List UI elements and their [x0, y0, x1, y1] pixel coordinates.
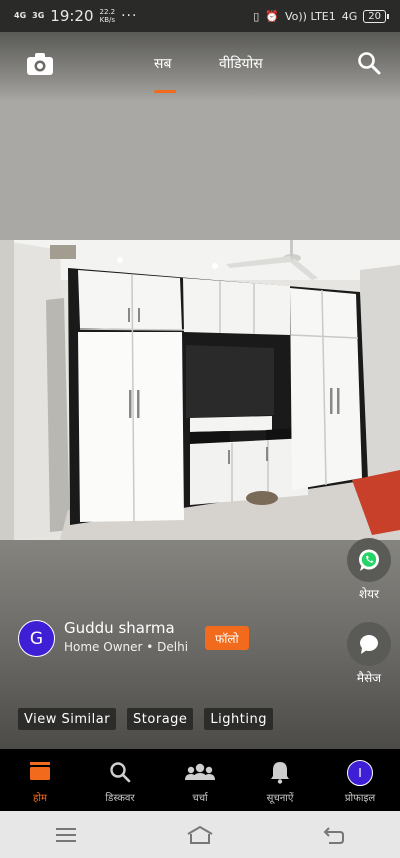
volte-indicator: Vo)) LTE1 [284, 9, 336, 23]
nav-notifications-label: सूचनाऐं [266, 793, 294, 804]
nav-notifications[interactable]: सूचनाऐं [240, 749, 320, 811]
bottom-nav: होम डिस्कवर चर्चा सूचनाऐं I प्रोफाइल [0, 749, 400, 811]
author-avatar[interactable]: G [18, 620, 55, 657]
back-icon[interactable] [323, 826, 345, 844]
nav-discussion-label: चर्चा [192, 793, 208, 804]
whatsapp-icon [359, 549, 379, 571]
vibrate-icon: ▯ [253, 9, 260, 23]
chat-bubble-icon [360, 635, 378, 654]
nav-profile[interactable]: I प्रोफाइल [320, 749, 400, 811]
clock: 19:20 [50, 7, 94, 25]
signal-2: 3G [32, 11, 45, 20]
tag-view-similar[interactable]: View Similar [18, 708, 117, 730]
camera-icon[interactable] [26, 52, 54, 76]
network-indicator: 4G [341, 9, 358, 23]
profile-icon: I [347, 760, 373, 786]
nav-profile-label: प्रोफाइल [344, 793, 376, 804]
message-label: मैसेज [356, 671, 382, 685]
network-speed: 22.2 KB/s [99, 8, 116, 24]
search-icon[interactable] [356, 50, 382, 76]
nav-home[interactable]: होम [0, 749, 80, 811]
nav-discover-label: डिस्कवर [105, 793, 135, 804]
follow-button[interactable]: फॉलो [205, 626, 249, 650]
active-tab-indicator [154, 90, 176, 93]
tag-lighting[interactable]: Lighting [204, 708, 273, 730]
author-role: Home Owner • Delhi [64, 640, 189, 654]
home-outline-icon[interactable] [186, 825, 214, 845]
tab-all[interactable]: सब [154, 54, 171, 73]
battery-icon: 20 [363, 9, 389, 23]
more-notifications: ··· [121, 8, 138, 24]
author-name[interactable]: Guddu sharma [64, 619, 175, 637]
wardrobe-image [0, 240, 400, 540]
system-nav-bar [0, 811, 400, 858]
share-label: शेयर [358, 587, 380, 601]
signal-1: 4G [14, 11, 27, 20]
nav-home-label: होम [33, 793, 47, 804]
nav-discover[interactable]: डिस्कवर [80, 749, 160, 811]
share-button[interactable] [347, 538, 391, 582]
tab-videos[interactable]: वीडियोस [219, 54, 263, 73]
bell-icon [271, 762, 289, 784]
top-nav: सब वीडियोस [0, 32, 400, 102]
group-icon [185, 763, 215, 780]
home-icon [30, 762, 50, 780]
tag-list: View Similar Storage Lighting [18, 708, 273, 730]
alarm-icon: ⏰ [265, 9, 279, 23]
tag-storage[interactable]: Storage [127, 708, 194, 730]
post-photo[interactable] [0, 240, 400, 540]
search-icon [110, 762, 131, 783]
message-button[interactable] [347, 622, 391, 666]
menu-icon[interactable] [55, 827, 77, 843]
status-bar: 4G 3G 19:20 22.2 KB/s ··· ▯ ⏰ Vo)) LTE1 … [0, 0, 400, 32]
nav-discussion[interactable]: चर्चा [160, 749, 240, 811]
